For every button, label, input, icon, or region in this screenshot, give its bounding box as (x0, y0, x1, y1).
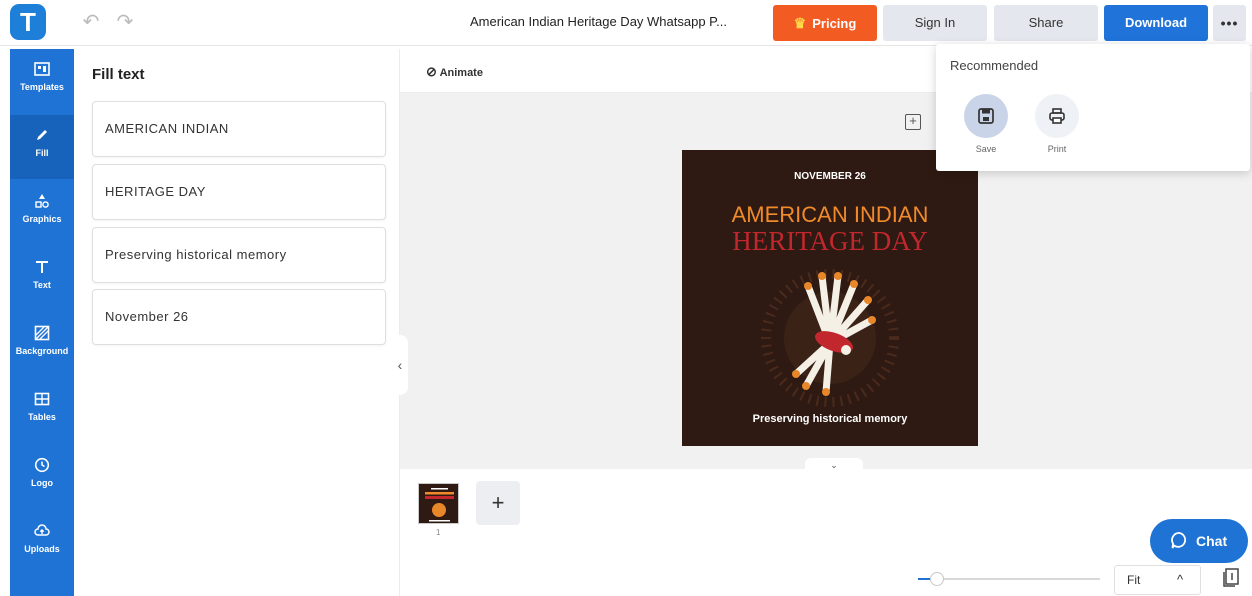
chat-bubble-icon (1171, 532, 1187, 549)
table-icon (32, 391, 52, 411)
document-title[interactable]: American Indian Heritage Day Whatsapp P.… (470, 14, 727, 29)
upload-cloud-icon (32, 523, 52, 543)
sidebar-item-label: Uploads (24, 544, 60, 554)
templates-icon (32, 61, 52, 81)
text-icon (32, 259, 52, 279)
text-field[interactable]: AMERICAN INDIAN (92, 101, 386, 157)
print-label: Print (1047, 144, 1067, 154)
design-title-line1[interactable]: AMERICAN INDIAN (682, 202, 978, 228)
chevron-up-icon: ^ (1177, 572, 1184, 587)
sidebar-item-background[interactable]: Background (10, 313, 74, 377)
print-icon (1035, 94, 1079, 138)
animate-icon: ⊘ (426, 64, 437, 79)
text-field-value: November 26 (105, 309, 189, 324)
print-option[interactable]: Print (1034, 94, 1080, 154)
top-bar: T ↶ ↷ American Indian Heritage Day Whats… (0, 0, 1252, 46)
chat-button[interactable]: Chat (1150, 519, 1248, 563)
fill-text-panel: Fill text AMERICAN INDIAN HERITAGE DAY P… (74, 49, 400, 596)
text-field[interactable]: Preserving historical memory (92, 227, 386, 283)
save-label: Save (975, 144, 997, 154)
background-icon (32, 325, 52, 345)
logo-icon (32, 457, 52, 477)
zoom-value: Fit (1127, 573, 1141, 587)
pricing-button[interactable]: ♛ Pricing (773, 5, 877, 41)
panel-title: Fill text (92, 66, 145, 83)
download-menu: Recommended Save Print (936, 44, 1250, 171)
text-field[interactable]: HERITAGE DAY (92, 164, 386, 220)
sidebar-item-label: Graphics (22, 214, 62, 224)
design-date[interactable]: NOVEMBER 26 (682, 171, 978, 182)
more-options-button[interactable]: ••• (1213, 5, 1246, 41)
pages-overview-icon[interactable] (1222, 568, 1240, 588)
undo-button[interactable]: ↶ (80, 10, 102, 34)
sidebar-item-templates[interactable]: Templates (10, 49, 74, 113)
sidebar-item-tables[interactable]: Tables (10, 379, 74, 443)
pricing-label: Pricing (812, 16, 857, 31)
text-field-value: AMERICAN INDIAN (105, 121, 229, 136)
text-field-value: HERITAGE DAY (105, 184, 206, 199)
sidebar-item-text[interactable]: Text (10, 247, 74, 311)
download-button[interactable]: Download (1104, 5, 1208, 41)
sidebar-item-graphics[interactable]: Graphics (10, 181, 74, 245)
zoom-slider-track[interactable] (918, 578, 1100, 580)
add-page-icon[interactable]: + (905, 114, 921, 130)
sidebar-item-label: Logo (31, 478, 53, 488)
design-title-line2[interactable]: HERITAGE DAY (682, 226, 978, 257)
pencil-icon (32, 127, 52, 147)
sidebar-item-fill[interactable]: Fill (10, 115, 74, 179)
expand-pages-button[interactable]: ⌄ (805, 458, 863, 472)
collapse-panel-button[interactable]: ‹ (392, 335, 408, 395)
headdress-illustration[interactable] (760, 258, 900, 408)
shapes-icon (32, 193, 52, 213)
download-menu-heading: Recommended (950, 58, 1039, 73)
sidebar-item-uploads[interactable]: Uploads (10, 511, 74, 575)
left-sidebar: Templates Fill Graphics Text Background … (10, 49, 74, 596)
text-field[interactable]: November 26 (92, 289, 386, 345)
design-subtitle[interactable]: Preserving historical memory (682, 413, 978, 425)
share-button[interactable]: Share (994, 5, 1098, 41)
save-icon (964, 94, 1008, 138)
text-field-value: Preserving historical memory (105, 247, 287, 262)
sidebar-item-label: Tables (28, 412, 56, 422)
sidebar-item-label: Fill (35, 148, 49, 158)
sidebar-item-label: Templates (20, 82, 64, 92)
zoom-select[interactable]: Fit ^ (1114, 565, 1201, 595)
zoom-slider-handle[interactable] (930, 572, 944, 586)
app-logo[interactable]: T (10, 4, 46, 40)
page-thumbnail[interactable] (418, 483, 459, 524)
page-number: 1 (436, 528, 441, 537)
crown-icon: ♛ (793, 15, 807, 31)
save-option[interactable]: Save (963, 94, 1009, 154)
redo-button[interactable]: ↷ (114, 10, 136, 34)
sign-in-button[interactable]: Sign In (883, 5, 987, 41)
animate-label: Animate (439, 67, 483, 79)
sidebar-item-label: Text (33, 280, 51, 290)
chat-label: Chat (1196, 533, 1228, 549)
add-page-button[interactable]: + (476, 481, 520, 525)
animate-button[interactable]: ⊘ Animate (426, 64, 483, 80)
design-preview[interactable]: NOVEMBER 26 AMERICAN INDIAN HERITAGE DAY… (682, 150, 978, 446)
sidebar-item-label: Background (15, 346, 69, 356)
thumbnail-preview (419, 484, 458, 523)
sidebar-item-logo[interactable]: Logo (10, 445, 74, 509)
